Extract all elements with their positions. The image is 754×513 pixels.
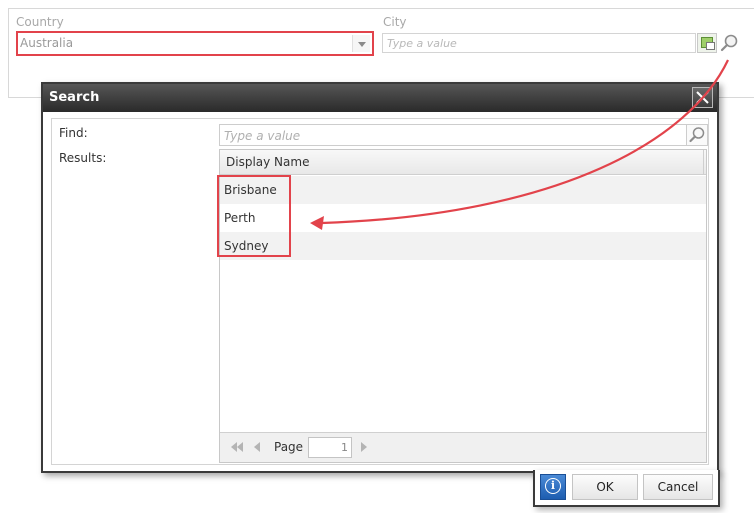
country-value: Australia [20,36,74,50]
find-search-button[interactable] [686,124,708,146]
prev-page-button[interactable] [252,441,262,453]
info-icon: i [545,478,561,494]
grid-pager: Page 1 [220,432,706,462]
dialog-body: Find: Type a value Results: Display Name… [51,118,709,465]
lookup-icon [701,37,715,50]
page-label: Page [274,440,304,454]
row-cell: Sydney [224,239,269,253]
dialog-footer: i OK Cancel [533,470,720,507]
lookup-button[interactable] [697,33,717,53]
results-label: Results: [59,151,107,165]
ok-button[interactable]: OK [572,474,638,500]
next-page-icon [361,442,367,452]
table-row[interactable]: Perth [220,204,706,232]
search-dialog: Search Find: Type a value Results: Displ… [41,82,719,473]
city-search-button[interactable] [719,33,741,53]
column-header-display-name: Display Name [226,155,310,169]
next-page-button[interactable] [359,441,369,453]
table-row[interactable]: Brisbane [220,176,706,204]
city-input[interactable]: Type a value [382,33,696,53]
results-grid: Display Name Brisbane Perth Sydney Page … [217,149,707,463]
close-button[interactable] [692,87,713,108]
table-row[interactable]: Sydney [220,232,706,260]
close-icon [696,91,709,104]
search-icon [689,127,705,143]
search-icon [720,34,738,52]
country-select[interactable]: Australia [16,31,374,56]
page-number-value: 1 [341,441,348,454]
dialog-titlebar[interactable]: Search [43,84,717,112]
find-placeholder: Type a value [224,129,301,143]
country-dropdown-button[interactable] [352,35,370,52]
cancel-button[interactable]: Cancel [643,474,713,500]
prev-page-icon [254,442,260,452]
find-label: Find: [59,126,88,140]
column-resize-handle[interactable] [703,150,706,175]
country-label: Country [16,15,64,29]
city-label: City [383,15,407,29]
grid-header[interactable]: Display Name [220,150,706,175]
info-button[interactable]: i [540,474,566,500]
chevron-down-icon [358,42,366,47]
row-cell: Perth [224,211,256,225]
city-placeholder: Type a value [387,37,457,50]
dialog-title: Search [49,90,100,105]
page-number-input[interactable]: 1 [308,437,352,458]
row-cell: Brisbane [224,183,277,197]
find-input[interactable]: Type a value [219,124,687,146]
first-page-icon [231,442,243,452]
first-page-button[interactable] [230,441,244,453]
